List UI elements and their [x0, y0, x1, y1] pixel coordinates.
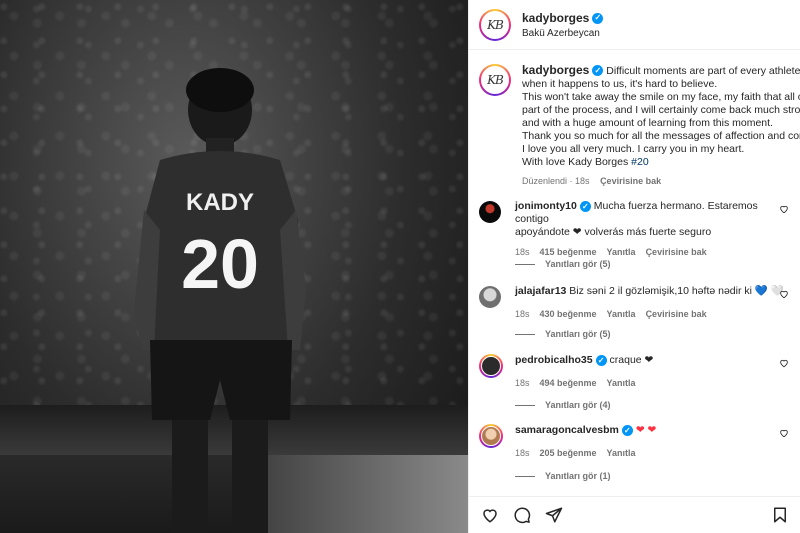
caption-username[interactable]: kadyborges: [522, 64, 589, 77]
view-replies-label[interactable]: Yanıtları gör (1): [545, 471, 611, 481]
reply-button[interactable]: Yanıtla: [607, 246, 636, 259]
comment-item: jonimonty10 ✓ Mucha fuerza hermano. Esta…: [469, 200, 800, 259]
reply-button[interactable]: Yanıtla: [607, 447, 636, 460]
commenter-username[interactable]: jalajafar13: [515, 285, 566, 298]
comment-likes[interactable]: 415 beğenme: [540, 246, 597, 259]
view-replies-button[interactable]: Yanıtları gör (5): [515, 259, 611, 269]
caption-avatar[interactable]: KB: [479, 64, 511, 96]
reply-button[interactable]: Yanıtla: [607, 377, 636, 390]
verified-badge-icon: ✓: [579, 201, 591, 212]
commenter-avatar[interactable]: [479, 424, 503, 448]
verified-badge-icon: ✓: [592, 65, 604, 76]
replies-divider: [515, 475, 535, 477]
translate-button[interactable]: Çevirisine bak: [646, 308, 707, 321]
player-figure: KADY 20: [134, 68, 306, 533]
edited-label: Düzenlendi: [522, 176, 568, 186]
post-time[interactable]: 18s: [575, 176, 590, 186]
commenter-username[interactable]: samaragoncalvesbm: [515, 424, 619, 437]
comment-likes[interactable]: 205 beğenme: [540, 447, 597, 460]
view-replies-label[interactable]: Yanıtları gör (5): [545, 329, 611, 339]
author-avatar[interactable]: KB: [479, 8, 511, 41]
caption-line: part of the process, and I will certainl…: [522, 104, 800, 116]
commenter-avatar[interactable]: [479, 201, 501, 223]
caption-line: With love Kady Borges: [522, 156, 629, 168]
comment-text: ❤ ❤: [635, 424, 657, 436]
comment-item: jalajafar13 Biz səni 2 il gözləmişik,10 …: [469, 285, 800, 321]
post-side-panel: KB kadyborges ✓ Bakü Azerbeycan KB kadyb…: [468, 0, 800, 533]
comment-time[interactable]: 18s: [515, 308, 530, 321]
commenter-avatar[interactable]: [479, 354, 503, 378]
comment-time[interactable]: 18s: [515, 447, 530, 460]
comment-item: samaragoncalvesbm ✓ ❤ ❤ 18s 205 beğenme …: [469, 424, 800, 460]
comment-like-heart-icon[interactable]: [779, 428, 789, 438]
caption-line: Difficult moments are part of every athl…: [606, 65, 800, 77]
comment-like-heart-icon[interactable]: [779, 358, 789, 368]
avatar-image: [481, 426, 501, 446]
verified-badge-icon: ✓: [595, 355, 607, 366]
replies-divider: [515, 263, 535, 265]
caption-line: This won't take away the smile on my fac…: [522, 91, 800, 103]
caption-line: and with a huge amount of learning from …: [522, 117, 773, 129]
comment-like-heart-icon[interactable]: [779, 204, 789, 214]
commenter-username[interactable]: pedrobicalho35: [515, 354, 593, 367]
avatar-monogram: KB: [481, 10, 509, 39]
comment-text: craque ❤: [609, 354, 654, 366]
caption-username-link[interactable]: kadyborges ✓: [522, 64, 604, 77]
comment-likes[interactable]: 494 beğenme: [540, 377, 597, 390]
jersey-name: KADY: [186, 189, 254, 216]
replies-divider: [515, 404, 535, 406]
commenter-username-link[interactable]: pedrobicalho35 ✓: [515, 354, 607, 367]
commenter-avatar[interactable]: [479, 286, 501, 308]
share-icon[interactable]: [545, 506, 563, 524]
view-replies-button[interactable]: Yanıtları gör (5): [515, 329, 611, 339]
comment-item: pedrobicalho35 ✓ craque ❤ 18s 494 beğenm…: [469, 354, 800, 390]
verified-badge-icon: ✓: [621, 425, 633, 436]
avatar-image: [481, 356, 501, 376]
caption-line: I love you all very much. I carry you in…: [522, 143, 745, 155]
replies-divider: [515, 333, 535, 335]
caption-line: Thank you so much for all the messages o…: [522, 130, 800, 142]
commenter-username-link[interactable]: samaragoncalvesbm ✓: [515, 424, 633, 437]
commenter-username[interactable]: jonimonty10: [515, 200, 577, 213]
translate-button[interactable]: Çevirisine bak: [646, 246, 707, 259]
hashtag-link[interactable]: #20: [631, 156, 649, 168]
post-caption: KB kadyborges ✓ Difficult moments are pa…: [469, 50, 800, 188]
comment-text: Biz səni 2 il gözləmişik,10 həftə nədir …: [569, 285, 784, 297]
post-header: KB kadyborges ✓ Bakü Azerbeycan: [469, 0, 800, 50]
caption-meta: Düzenlendi · 18s Çevirisine bak: [522, 176, 662, 186]
jersey-number: 20: [181, 225, 259, 303]
verified-badge-icon: ✓: [592, 12, 604, 24]
commenter-username-link[interactable]: jonimonty10 ✓: [515, 200, 591, 213]
heart-icon[interactable]: [481, 506, 499, 524]
author-username[interactable]: kadyborges: [522, 11, 589, 25]
author-username-link[interactable]: kadyborges ✓: [522, 11, 604, 25]
post-image[interactable]: KADY 20: [0, 0, 468, 533]
post-location[interactable]: Bakü Azerbeycan: [522, 28, 603, 39]
view-replies-label[interactable]: Yanıtları gör (5): [545, 259, 611, 269]
post-action-bar: [469, 496, 800, 533]
comment-like-heart-icon[interactable]: [779, 289, 789, 299]
comment-likes[interactable]: 430 beğenme: [540, 308, 597, 321]
view-replies-button[interactable]: Yanıtları gör (1): [515, 471, 611, 481]
comment-time[interactable]: 18s: [515, 377, 530, 390]
translate-button[interactable]: Çevirisine bak: [600, 176, 661, 186]
caption-line: when it happens to us, it's hard to beli…: [522, 78, 718, 90]
comment-icon[interactable]: [513, 506, 531, 524]
reply-button[interactable]: Yanıtla: [607, 308, 636, 321]
view-replies-label[interactable]: Yanıtları gör (4): [545, 400, 611, 410]
bookmark-icon[interactable]: [771, 506, 789, 524]
comment-time[interactable]: 18s: [515, 246, 530, 259]
avatar-monogram: KB: [481, 66, 509, 94]
view-replies-button[interactable]: Yanıtları gör (4): [515, 400, 611, 410]
comment-text: apoyándote ❤ volverás más fuerte seguro: [515, 226, 712, 238]
comments-scroll[interactable]: KB kadyborges ✓ Difficult moments are pa…: [469, 50, 800, 496]
